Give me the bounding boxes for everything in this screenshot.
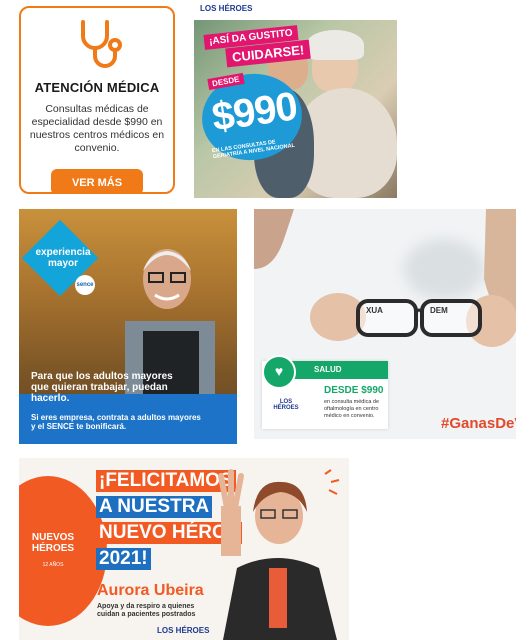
hashtag: #GanasDeVi	[441, 415, 516, 432]
svg-text:XUA: XUA	[366, 306, 383, 315]
brand-logo: LOS HÉROES	[157, 626, 210, 635]
sence-logo: sence	[75, 275, 95, 295]
promo-description: en consulta médica de oftalmología en ce…	[324, 399, 380, 419]
svg-text:DEM: DEM	[430, 306, 448, 315]
card-title: ATENCIÓN MÉDICA	[34, 80, 160, 95]
oftalmologia-promo-banner[interactable]: XUA DEM SALUD ♥ LOS HÉROES DESDE $990 en…	[254, 209, 516, 439]
atencion-medica-card[interactable]: ATENCIÓN MÉDICA Consultas médicas de esp…	[19, 6, 175, 194]
heroe-photo	[218, 469, 340, 640]
brand-logo: LOS HÉROES	[273, 399, 299, 411]
headline: Para que los adultos mayores que quieran…	[31, 371, 173, 404]
heroe-name: Aurora Ubeira	[97, 582, 204, 599]
nuevo-heroe-banner[interactable]: NUEVOS HÉROES 12 AÑOS ¡FELICITAMOS A NUE…	[19, 458, 349, 640]
geriatria-promo-banner[interactable]: LOS HÉROES ¡ASÍ DA GUSTITO CUIDARSE! DES…	[194, 0, 397, 198]
heroe-subtitle: Apoya y da respiro a quienes cuidan a pa…	[97, 603, 196, 618]
heart-icon: ♥	[262, 355, 296, 389]
headline-line-4: 2021!	[96, 548, 151, 570]
brand-logo: LOS HÉROES	[200, 4, 253, 13]
cta-text: Si eres empresa, contrata a adultos mayo…	[31, 413, 201, 431]
nuevos-heroes-label: NUEVOS HÉROES	[31, 532, 75, 554]
experiencia-mayor-label: experiencia mayor	[35, 247, 91, 269]
price: DESDE $990	[324, 385, 384, 396]
headline-line-2: A NUESTRA	[96, 496, 213, 518]
ver-mas-button[interactable]: VER MÁS	[51, 169, 143, 192]
experiencia-mayor-banner[interactable]: experiencia mayor sence Para que los adu…	[19, 209, 237, 444]
woman-hair	[306, 30, 364, 60]
stethoscope-icon	[67, 16, 127, 72]
anniversary-label: 12 AÑOS	[42, 562, 64, 568]
card-description: Consultas médicas de especialidad desde …	[29, 103, 165, 154]
